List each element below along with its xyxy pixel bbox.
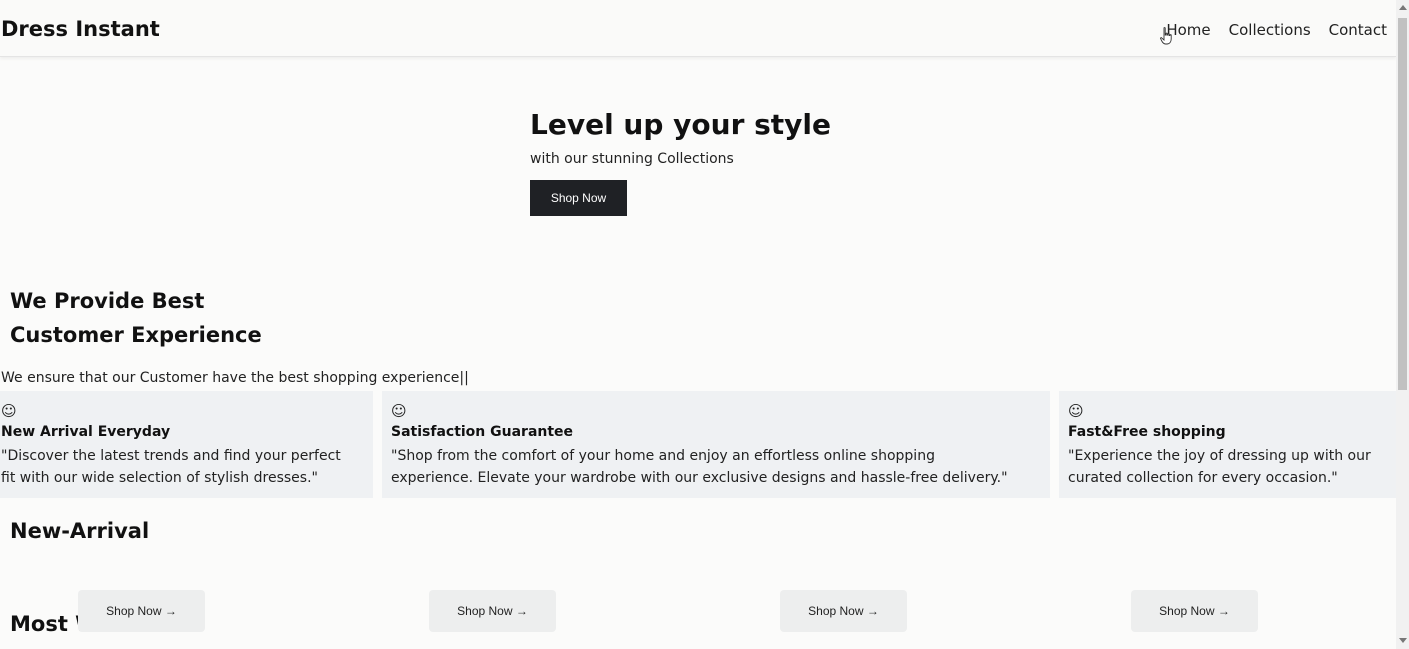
feature-description: "Experience the joy of dressing up with …	[1068, 445, 1371, 489]
hand-cursor-icon	[1160, 27, 1172, 45]
feature-description-line: curated collection for every occasion."	[1068, 470, 1338, 486]
scrollbar-thumb[interactable]	[1398, 18, 1407, 390]
feature-description-line: "Shop from the comfort of your home and …	[391, 448, 935, 464]
feature-description-line: "Experience the joy of dressing up with …	[1068, 448, 1371, 464]
vertical-scrollbar[interactable]	[1396, 0, 1409, 649]
feature-title: New Arrival Everyday	[1, 424, 171, 440]
scroll-up-arrow-icon[interactable]	[1399, 5, 1407, 10]
feature-description-line: "Discover the latest trends and find you…	[1, 448, 341, 464]
feature-description: "Discover the latest trends and find you…	[1, 445, 341, 489]
product-shop-now-button[interactable]: Shop Now →	[1131, 590, 1258, 632]
product-shop-now-button[interactable]: Shop Now →	[780, 590, 907, 632]
smiley-icon: ☺	[1, 402, 17, 420]
experience-description: We ensure that our Customer have the bes…	[1, 370, 469, 386]
product-shop-now-button[interactable]: Shop Now →	[78, 590, 205, 632]
feature-description: "Shop from the comfort of your home and …	[391, 445, 1008, 489]
hero-subtitle: with our stunning Collections	[530, 151, 734, 167]
experience-heading-line2: Customer Experience	[10, 323, 262, 347]
brand-logo[interactable]: Dress Instant	[1, 17, 160, 41]
feature-description-line: experience. Elevate your wardrobe with o…	[391, 470, 1008, 486]
nav-menu: Home Collections Contact	[1166, 21, 1387, 39]
experience-heading: We Provide Best Customer Experience	[10, 284, 330, 352]
product-shop-now-button[interactable]: Shop Now →	[429, 590, 556, 632]
feature-card-fast-free: ☺ Fast&Free shopping "Experience the joy…	[1059, 391, 1396, 498]
smiley-icon: ☺	[1068, 402, 1084, 420]
feature-title: Satisfaction Guarantee	[391, 424, 574, 440]
scroll-down-arrow-icon[interactable]	[1399, 638, 1407, 643]
smiley-icon: ☺	[391, 402, 407, 420]
experience-heading-line1: We Provide Best	[10, 289, 205, 313]
nav-contact[interactable]: Contact	[1329, 21, 1387, 39]
feature-title: Fast&Free shopping	[1068, 424, 1226, 440]
nav-collections[interactable]: Collections	[1229, 21, 1311, 39]
feature-card-new-arrival: ☺ New Arrival Everyday "Discover the lat…	[0, 391, 373, 498]
hero-shop-now-button[interactable]: Shop Now	[530, 180, 627, 216]
feature-card-satisfaction: ☺ Satisfaction Guarantee "Shop from the …	[382, 391, 1050, 498]
hero-title: Level up your style	[530, 108, 832, 141]
navbar: Dress Instant Home Collections Contact	[0, 0, 1396, 57]
feature-description-line: fit with our wide selection of stylish d…	[1, 470, 318, 486]
new-arrival-heading: New-Arrival	[10, 519, 150, 543]
